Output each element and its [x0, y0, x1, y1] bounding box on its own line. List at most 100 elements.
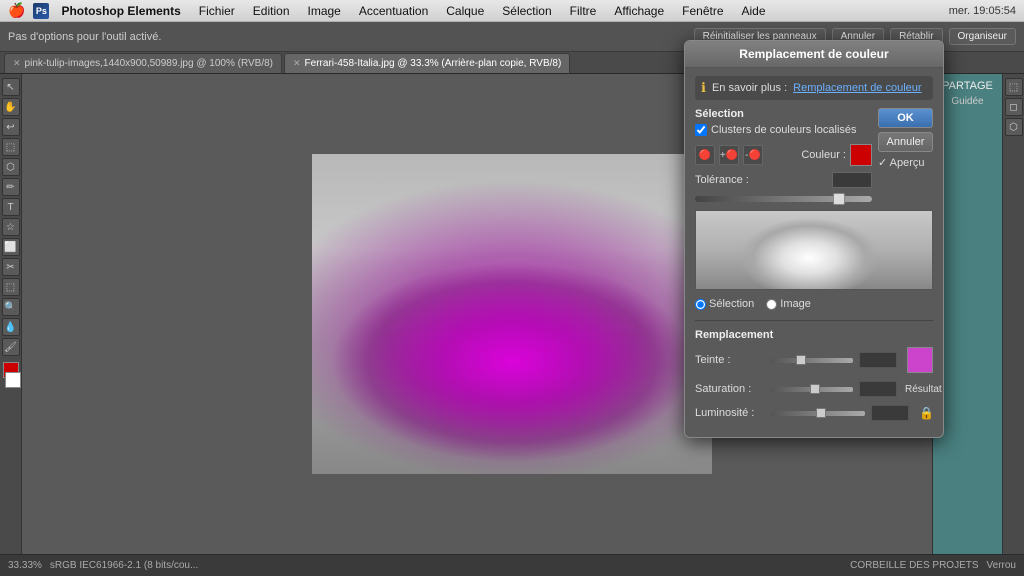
time-display: mer. 19:05:54 [949, 5, 1016, 17]
section-label: Sélection [695, 108, 872, 120]
tool-paint[interactable]: 🖌 [2, 338, 20, 356]
tab-ferrari[interactable]: ✕ Ferrari-458-Italia.jpg @ 33.3% (Arrièr… [284, 53, 570, 73]
dialog-titlebar: Remplacement de couleur [685, 41, 943, 68]
saturation-label: Saturation : [695, 383, 765, 395]
tool-brush[interactable]: ✏ [2, 178, 20, 196]
tolerance-slider-thumb[interactable] [833, 193, 845, 205]
radio-row: Sélection Image [695, 298, 933, 310]
dialog-buttons: OK Annuler ✓ Aperçu [878, 108, 933, 210]
tool-zoom[interactable]: 🔍 [2, 298, 20, 316]
menu-selection[interactable]: Sélection [494, 2, 559, 20]
luminosite-slider[interactable] [771, 411, 865, 416]
app-icon: Ps [33, 3, 49, 19]
radio-image-input[interactable] [766, 299, 777, 310]
tool-hand[interactable]: ✋ [2, 98, 20, 116]
menu-filtre[interactable]: Filtre [562, 2, 605, 20]
menu-edition[interactable]: Edition [245, 2, 298, 20]
toolbar-status: Pas d'options pour l'outil activé. [8, 31, 161, 43]
result-swatch[interactable] [907, 347, 933, 373]
luminosite-row: Luminosité : 0 🔒 [695, 405, 933, 421]
radio-selection-label: Sélection [709, 298, 754, 310]
guidee-label: Guidée [951, 96, 983, 107]
clusters-checkbox[interactable] [695, 124, 707, 136]
dialog-body: ℹ En savoir plus : Remplacement de coule… [685, 68, 943, 437]
tab-ferrari-label: Ferrari-458-Italia.jpg @ 33.3% (Arrière-… [305, 58, 562, 69]
color-profile: sRGB IEC61966-2.1 (8 bits/cou... [50, 560, 198, 571]
menu-aide[interactable]: Aide [734, 2, 774, 20]
radio-image: Image [766, 298, 811, 310]
statusbar: 33.33% sRGB IEC61966-2.1 (8 bits/cou... … [0, 554, 1024, 576]
saturation-section: Saturation : 0 Résultat [695, 381, 933, 397]
checkbox-label: Clusters de couleurs localisés [711, 124, 857, 136]
menu-calque[interactable]: Calque [438, 2, 492, 20]
background-color[interactable] [5, 372, 21, 388]
apercu-toggle[interactable]: ✓ Aperçu [878, 156, 933, 169]
menubar-right: mer. 19:05:54 [949, 5, 1016, 17]
panel-tool-3[interactable]: ⬡ [1005, 118, 1023, 136]
left-toolbar: ↖ ✋ ↩ ⬚ ⬡ ✏ T ☆ ⬜ ✂ ⬚ 🔍 💧 🖌 [0, 74, 22, 554]
teinte-section: Teinte : -63 [695, 347, 933, 373]
menu-fichier[interactable]: Fichier [191, 2, 243, 20]
teinte-slider[interactable] [771, 358, 853, 363]
saturation-slider-thumb[interactable] [810, 384, 820, 394]
tab-tulip[interactable]: ✕ pink-tulip-images,1440x900,50989.jpg @… [4, 53, 282, 73]
luminosite-slider-thumb[interactable] [816, 408, 826, 418]
checkbox-row: Clusters de couleurs localisés [695, 124, 872, 136]
tab-tulip-close[interactable]: ✕ [13, 58, 21, 69]
tool-eraser[interactable]: ✂ [2, 258, 20, 276]
cancel-button[interactable]: Annuler [878, 132, 933, 152]
menu-fenetre[interactable]: Fenêtre [674, 2, 731, 20]
menu-image[interactable]: Image [300, 2, 349, 20]
tab-tulip-label: pink-tulip-images,1440x900,50989.jpg @ 1… [25, 58, 273, 69]
eyedrop-tool[interactable]: 🔴 [695, 145, 715, 165]
tool-text[interactable]: T [2, 198, 20, 216]
canvas [312, 154, 712, 474]
tool-shape[interactable]: ☆ [2, 218, 20, 236]
info-link[interactable]: Remplacement de couleur [793, 82, 921, 94]
tool-crop[interactable]: ⬜ [2, 238, 20, 256]
tolerance-input[interactable]: 118 [832, 172, 872, 188]
car-image [312, 154, 712, 474]
tool-lasso[interactable]: ⬡ [2, 158, 20, 176]
partage-label: PARTAGE [942, 80, 993, 92]
menu-accentuation[interactable]: Accentuation [351, 2, 436, 20]
saturation-value[interactable]: 0 [859, 381, 897, 397]
panel-tool-2[interactable]: ◻ [1005, 98, 1023, 116]
menu-affichage[interactable]: Affichage [606, 2, 672, 20]
tool-undo[interactable]: ↩ [2, 118, 20, 136]
menubar: 🍎 Ps Photoshop Elements Fichier Edition … [0, 0, 1024, 22]
ok-button[interactable]: OK [878, 108, 933, 128]
tolerance-slider[interactable] [695, 196, 872, 202]
organizer-button[interactable]: Organiseur [949, 28, 1016, 45]
selection-left: Sélection Clusters de couleurs localisés… [695, 108, 872, 210]
tool-rect-select[interactable]: ⬚ [2, 138, 20, 156]
luminosite-value[interactable]: 0 [871, 405, 909, 421]
radio-image-label: Image [780, 298, 811, 310]
dialog-title: Remplacement de couleur [739, 47, 888, 61]
teinte-row: Teinte : -63 [695, 347, 933, 373]
remove-color-tool[interactable]: -🔴 [743, 145, 763, 165]
luminosite-label: Luminosité : [695, 407, 765, 419]
tool-select[interactable]: ↖ [2, 78, 20, 96]
tool-eyedrop[interactable]: 💧 [2, 318, 20, 336]
lock-icon[interactable]: 🔒 [919, 406, 933, 420]
color-swatch[interactable] [850, 144, 872, 166]
zoom-level: 33.33% [8, 560, 42, 571]
radio-selection: Sélection [695, 298, 754, 310]
info-icon: ℹ [701, 80, 706, 96]
saturation-slider[interactable] [771, 387, 853, 392]
project-bin-label: CORBEILLE DES PROJETS [850, 560, 978, 571]
tool-stamp[interactable]: ⬚ [2, 278, 20, 296]
result-label: Résultat [905, 384, 933, 395]
teinte-value[interactable]: -63 [859, 352, 897, 368]
radio-selection-input[interactable] [695, 299, 706, 310]
section-divider [695, 320, 933, 321]
teinte-slider-thumb[interactable] [796, 355, 806, 365]
color-tools-row: 🔴 +🔴 -🔴 Couleur : [695, 144, 872, 166]
tab-ferrari-close[interactable]: ✕ [293, 58, 301, 69]
color-label: Couleur : [801, 149, 846, 161]
add-color-tool[interactable]: +🔴 [719, 145, 739, 165]
saturation-row: Saturation : 0 Résultat [695, 381, 933, 397]
panel-tool-1[interactable]: ⬚ [1005, 78, 1023, 96]
right-panel: ⬚ ◻ ⬡ [1002, 74, 1024, 554]
